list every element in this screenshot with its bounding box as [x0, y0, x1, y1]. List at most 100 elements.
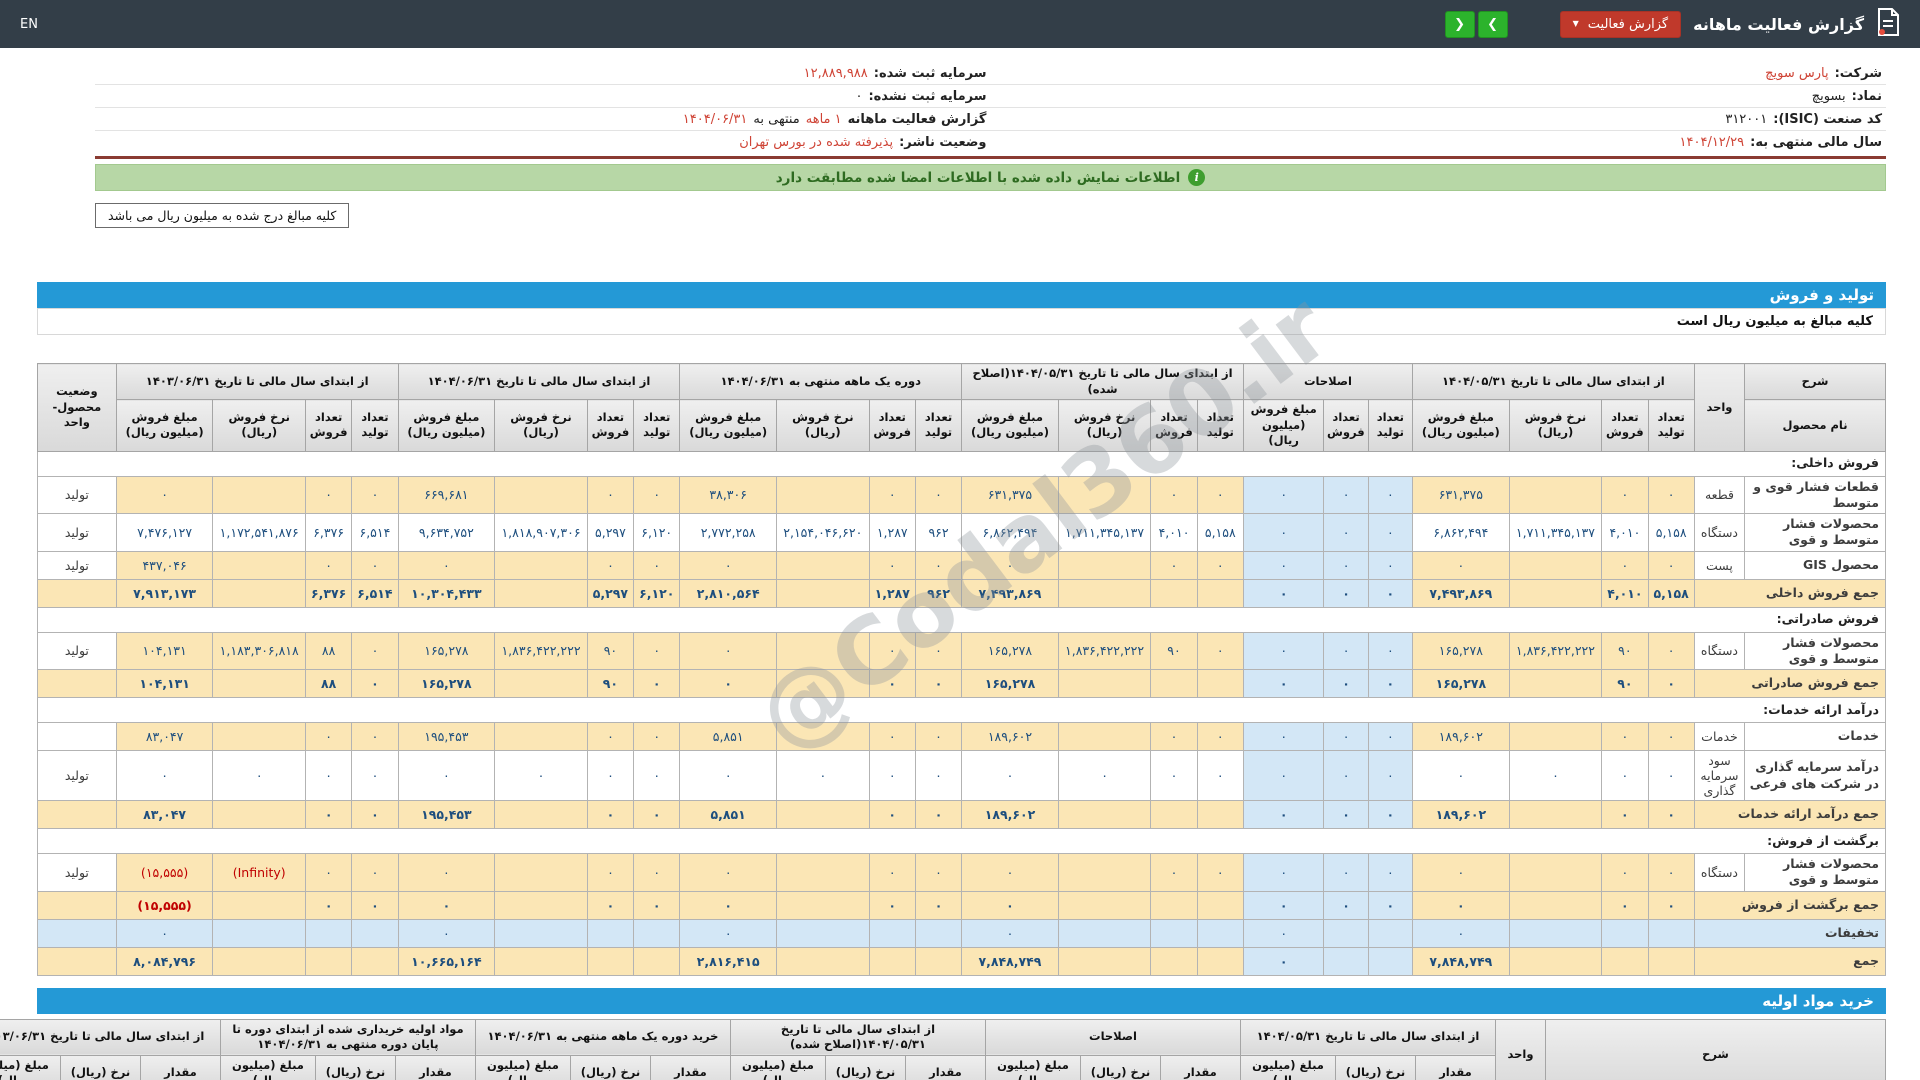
amounts-note-box: کلیه مبالغ درج شده به میلیون ریال می باش… [95, 203, 350, 228]
table-row: فروش صادراتی: [37, 606, 1886, 633]
table-cell [776, 631, 870, 671]
table-cell: ۰ [1601, 550, 1649, 580]
table-cell: ۰ [1412, 890, 1510, 920]
table-cell: ۰ [1323, 669, 1369, 699]
table-cell: ۰ [961, 853, 1059, 892]
header-row: نام محصول تعداد تولید تعداد فروش نرخ فروش (… [38, 399, 1886, 452]
table-cell [1508, 946, 1603, 976]
table-cell [494, 890, 588, 920]
table-cell: محصول GIS [1744, 550, 1886, 580]
info-value: ۳۱۲۰۰۱ [1725, 111, 1768, 127]
table-cell [1150, 800, 1198, 830]
prev-report-button[interactable]: ❮ [1444, 10, 1475, 38]
report-type-label: گزارش فعالیت [1587, 16, 1669, 32]
table-cell: ۰ [633, 475, 681, 515]
header-cell: وضعیت محصول-واحد [37, 363, 117, 452]
header-cell: از ابتدای سال مالی تا تاریخ ۱۴۰۴/۰۵/۳۱ [1412, 362, 1695, 401]
table-cell: ۰ [914, 800, 963, 830]
header-cell: نرخ (ریال) [1080, 1054, 1161, 1080]
table-cell [1323, 918, 1369, 948]
info-label: سرمایه ثبت نشده: [868, 88, 987, 104]
table-cell: ۱۶۵,۲۷۸ [397, 631, 496, 671]
table-cell: ۰ [1196, 750, 1244, 802]
header-cell: خرید دوره یک ماهه منتهی به ۱۴۰۴/۰۶/۳۱ [474, 1018, 731, 1056]
table-cell [1508, 800, 1603, 830]
table-row: جمع درآمد ارائه خدمات ۰ ۰ ۱۸۹,۶۰۲ ۰ ۰ ۰ ۱۸۹,۶۰۲… [37, 800, 1887, 830]
table-cell: فروش صادراتی: [37, 606, 1886, 633]
info-row: گزارش فعالیت ماهانه ۱ ماهه منتهی به ۱۴۰۴/۰۶… [95, 108, 991, 131]
table-cell [494, 578, 588, 608]
table-cell [1196, 800, 1244, 830]
table-cell: ۱,۸۳۶,۴۲۲,۲۲۲ [494, 631, 588, 671]
table-cell [776, 550, 870, 580]
info-label: کد صنعت (ISIC): [1773, 111, 1882, 127]
table-cell [868, 918, 916, 948]
table-cell: ۰ [679, 631, 778, 671]
header-cell: تعداد فروش [304, 399, 353, 452]
table-cell: ۱۸۹,۶۰۲ [1412, 800, 1510, 830]
header-cell: تعداد تولید [351, 399, 399, 452]
table-cell: ۹,۶۳۴,۷۵۲ [397, 513, 496, 552]
table-cell: ۶,۳۷۶ [304, 513, 353, 552]
table-cell: ۹۰ [1601, 631, 1649, 671]
table-cell: (۱۵,۵۵۵) [115, 890, 214, 920]
report-type-button[interactable]: گزارش فعالیت ▼ [1559, 10, 1682, 38]
table-cell: ۰ [1412, 750, 1510, 802]
language-toggle[interactable]: EN [20, 17, 38, 32]
table-cell [1508, 578, 1603, 608]
table-cell: ۰ [1367, 578, 1414, 608]
header-cell: از ابتدای سال مالی تا تاریخ ۱۴۰۳/۰۶/۳۱ [115, 362, 399, 401]
table-row: محصولات فشار متوسط و قوی دستگاه ۵,۱۵۸ ۴,۰۱۰… [37, 513, 1886, 552]
table-cell: ۶,۵۱۴ [351, 578, 399, 608]
table-cell [212, 946, 306, 976]
table-cell [212, 550, 306, 580]
table-cell: ۱,۱۸۳,۳۰۶,۸۱۸ [212, 631, 306, 671]
table-cell: (Infinity) [212, 853, 306, 892]
table-cell: ۰ [1150, 722, 1198, 752]
table-cell [633, 946, 681, 976]
next-report-button[interactable]: ❯ [1477, 10, 1508, 38]
table-cell: ۰ [1323, 550, 1369, 580]
info-value: پارس سویچ [1765, 65, 1829, 81]
table-cell: تولید [37, 475, 117, 515]
chevron-down-icon: ▼ [1572, 19, 1579, 28]
header-cell: تعداد تولید [1647, 399, 1695, 452]
table-cell: ۰ [397, 550, 496, 580]
table-cell: ۶,۱۲۰ [633, 578, 681, 608]
table-cell: ۰ [1196, 550, 1244, 580]
table-cell [776, 918, 870, 948]
header-cell: نرخ فروش (ریال) [1508, 399, 1603, 452]
table-cell: ۰ [914, 631, 963, 671]
table-row: جمع فروش صادراتی ۰ ۹۰ ۱۶۵,۲۷۸ ۰ ۰ ۰ ۱۶۵,۲۷۸ ۰ ۰ ۰ ۰… [37, 669, 1887, 699]
table-cell [1508, 890, 1603, 920]
table-cell: ۱,۲۸۷ [868, 578, 916, 608]
raw-materials-table: شرح واحد از ابتدای سال مالی تا تاریخ ۱۴۰۴/… [0, 1018, 1886, 1080]
table-cell: ۰ [679, 750, 778, 802]
table-cell [212, 475, 306, 515]
table-cell: ۰ [351, 475, 399, 515]
main-content: تولید و فروش کلیه مبالغ به میلیون ریال ا… [0, 282, 1887, 1080]
section-production-sales: تولید و فروش [37, 282, 1886, 308]
table-cell: ۱۰,۶۶۵,۱۶۴ [397, 946, 496, 976]
header-cell: مقدار [394, 1054, 476, 1080]
table-cell: جمع برگشت از فروش [1693, 890, 1887, 920]
header-cell: از ابتدای سال مالی تا تاریخ ۱۴۰۳/۰۶/۳۱ [0, 1018, 221, 1056]
section-production-sales-title: تولید و فروش [1769, 286, 1874, 304]
table-cell [1196, 890, 1244, 920]
table-cell: ۰ [868, 800, 916, 830]
topbar-right-group: گزارش فعالیت ماهانه گزارش فعالیت ▼ ❯ ❮ [1444, 8, 1900, 40]
table-cell [212, 918, 306, 948]
table-cell: ۷,۸۴۸,۷۴۹ [961, 946, 1059, 976]
header-cell: واحد [1693, 363, 1746, 452]
section-raw-materials: خرید مواد اولیه [37, 987, 1886, 1014]
table-cell: ۰ [679, 890, 778, 920]
table-cell: ۰ [1601, 475, 1649, 515]
table-cell: ۰ [351, 750, 399, 802]
table-cell: ۰ [961, 918, 1059, 948]
table-cell: ۱,۸۳۶,۴۲۲,۲۲۲ [1508, 631, 1603, 671]
table-cell: جمع [1693, 946, 1887, 976]
table-cell: ۰ [304, 475, 353, 515]
table-cell: ۰ [304, 750, 353, 802]
table-cell: ۱۸۹,۶۰۲ [961, 800, 1059, 830]
table-cell: ۰ [1647, 631, 1695, 671]
